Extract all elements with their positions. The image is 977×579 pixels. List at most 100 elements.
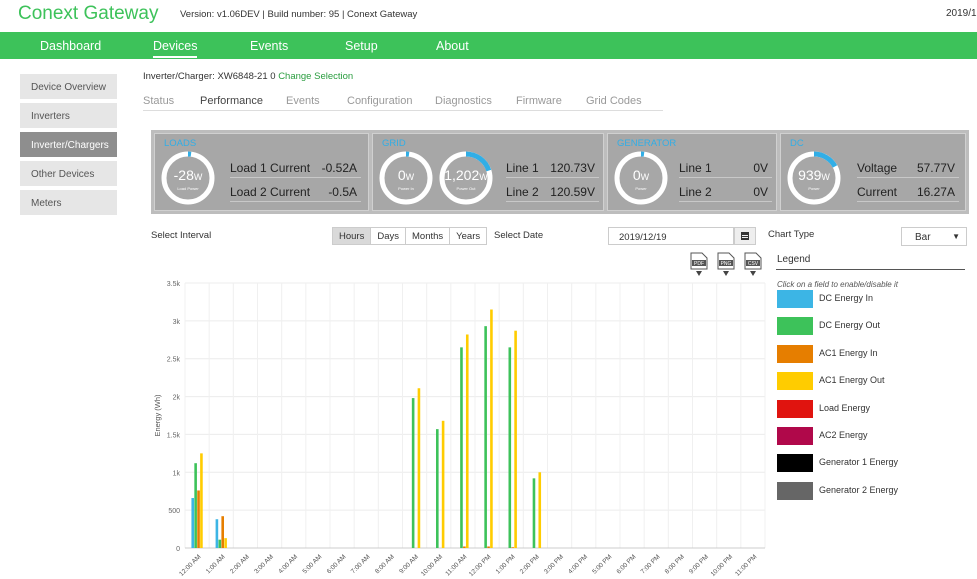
x-tick-label: 1:00 AM: [205, 553, 227, 575]
chart-type-label: Chart Type: [768, 229, 815, 240]
x-tick-label: 9:00 AM: [398, 553, 420, 575]
x-tick-label: 2:00 AM: [229, 553, 251, 575]
bar-dc-energy-out[interactable]: [194, 463, 197, 548]
load-power-caption: Load Power: [177, 186, 199, 191]
tab-diagnostics[interactable]: Diagnostics: [435, 95, 492, 107]
bar-dc-energy-out[interactable]: [460, 347, 463, 548]
x-tick-label: 7:00 PM: [640, 553, 662, 575]
bar-dc-energy-in[interactable]: [215, 519, 219, 548]
grid-line1-row: Line 1 120.73V: [506, 159, 599, 178]
top-nav: Dashboard Devices Events Setup About: [0, 32, 977, 59]
nav-events[interactable]: Events: [250, 39, 288, 53]
grid-power-out-caption: Power Out: [456, 186, 476, 191]
tab-events[interactable]: Events: [286, 95, 320, 107]
legend-swatch: [777, 454, 813, 473]
row-label: Voltage: [857, 161, 898, 175]
date-field[interactable]: 2019/12/19: [608, 227, 734, 245]
bar-ac1-energy-out[interactable]: [441, 420, 445, 548]
interval-years-button[interactable]: Years: [449, 227, 488, 245]
gauge-level-arc: [813, 151, 838, 168]
x-tick-label: 9:00 PM: [688, 553, 710, 575]
grid-power-out-gauge: 1,202W Power Out: [439, 151, 493, 205]
dc-title: DC: [790, 138, 804, 149]
loads-title: LOADS: [164, 138, 197, 149]
row-label: Load 1 Current: [230, 161, 311, 175]
sidebar-item-inverter-chargers[interactable]: Inverter/Chargers: [20, 132, 117, 157]
dc-power-value: 939W: [798, 167, 830, 183]
bar-ac1-energy-out[interactable]: [224, 538, 227, 548]
bar-dc-energy-out[interactable]: [532, 478, 536, 548]
sidebar-item-other-devices[interactable]: Other Devices: [20, 161, 117, 186]
bar-dc-energy-out[interactable]: [436, 429, 439, 548]
bar-ac1-energy-out[interactable]: [417, 388, 421, 548]
nav-about[interactable]: About: [436, 39, 469, 53]
bar-dc-energy-out[interactable]: [508, 347, 512, 548]
generator-power-caption: Power: [635, 186, 647, 191]
bar-ac1-energy-in[interactable]: [197, 490, 200, 548]
legend-swatch: [777, 427, 813, 445]
interval-months-button[interactable]: Months: [405, 227, 451, 245]
legend-label: AC2 Energy: [819, 430, 868, 440]
load-power-gauge: -28W Load Power: [161, 151, 215, 205]
bar-ac1-energy-in[interactable]: [487, 546, 490, 548]
nav-setup[interactable]: Setup: [345, 39, 378, 53]
chart-type-select[interactable]: Bar ▼: [901, 227, 967, 246]
calendar-button[interactable]: [734, 227, 756, 245]
x-tick-label: 10:00 PM: [710, 553, 735, 578]
tab-configuration[interactable]: Configuration: [347, 95, 412, 107]
select-interval-label: Select Interval: [151, 230, 212, 241]
x-tick-label: 11:00 AM: [444, 553, 468, 577]
bar-ac1-energy-in[interactable]: [221, 516, 224, 548]
bar-ac1-energy-out[interactable]: [200, 453, 203, 548]
legend-label: Generator 2 Energy: [819, 484, 899, 495]
bar-ac1-energy-in[interactable]: [511, 547, 514, 548]
bar-ac1-energy-in[interactable]: [463, 546, 466, 548]
sidebar-item-inverters[interactable]: Inverters: [20, 103, 117, 128]
row-value: 0V: [753, 185, 768, 199]
tab-firmware[interactable]: Firmware: [516, 95, 562, 107]
y-tick-label: 1k: [173, 470, 181, 477]
legend-swatch: [777, 399, 813, 418]
y-axis-label: Energy (Wh): [153, 394, 162, 437]
bar-dc-energy-in[interactable]: [191, 498, 195, 548]
nav-dashboard[interactable]: Dashboard: [40, 39, 101, 53]
interval-hours-button[interactable]: Hours: [332, 227, 372, 245]
bar-ac1-energy-out[interactable]: [490, 309, 493, 549]
nav-devices[interactable]: Devices: [153, 39, 198, 58]
x-tick-label: 12:00 AM: [178, 553, 202, 577]
legend-hint: Click on a field to enable/disable it: [777, 280, 898, 289]
generator-title: GENERATOR: [617, 138, 677, 149]
legend-divider: [776, 269, 965, 270]
bar-dc-energy-out[interactable]: [484, 326, 487, 548]
y-tick-label: 2k: [173, 395, 181, 402]
bar-ac1-energy-out[interactable]: [465, 334, 469, 548]
grid-power-out-value: 1,202W: [444, 167, 488, 183]
load-power-value: -28W: [173, 167, 203, 183]
tab-status[interactable]: Status: [143, 95, 174, 107]
tab-performance[interactable]: Performance: [200, 95, 263, 107]
loads-panel: LOADS -28W Load Power Load 1 Current -0.…: [154, 133, 369, 211]
x-tick-label: 7:00 AM: [350, 553, 372, 575]
bar-ac1-energy-out[interactable]: [538, 472, 542, 548]
legend-label: Generator 1 Energy: [819, 457, 899, 468]
change-selection-link[interactable]: Change Selection: [278, 71, 353, 82]
dc-power-gauge: 939W Power: [787, 151, 841, 205]
bar-dc-energy-out[interactable]: [411, 398, 415, 548]
bar-ac1-energy-out[interactable]: [514, 330, 517, 548]
legend-label: Load Energy: [819, 402, 871, 413]
y-tick-label: 1.5k: [167, 432, 181, 439]
x-tick-label: 5:00 PM: [591, 553, 613, 575]
x-tick-label: 3:00 PM: [543, 553, 565, 575]
sidebar-item-device-overview[interactable]: Device Overview: [20, 74, 117, 99]
sidebar-item-meters[interactable]: Meters: [20, 190, 117, 215]
interval-days-button[interactable]: Days: [370, 227, 406, 245]
grid-power-in-value: 0W: [397, 167, 415, 183]
row-label: Line 2: [506, 185, 539, 199]
legend-label: AC1 Energy Out: [819, 375, 885, 386]
legend-swatch: [777, 290, 813, 308]
tab-grid-codes[interactable]: Grid Codes: [586, 95, 642, 107]
interval-selector: Hours Days Months Years: [332, 227, 488, 245]
bar-dc-energy-out[interactable]: [218, 539, 222, 548]
x-tick-label: 6:00 PM: [615, 553, 637, 575]
generator-line2-row: Line 2 0V: [679, 183, 772, 202]
